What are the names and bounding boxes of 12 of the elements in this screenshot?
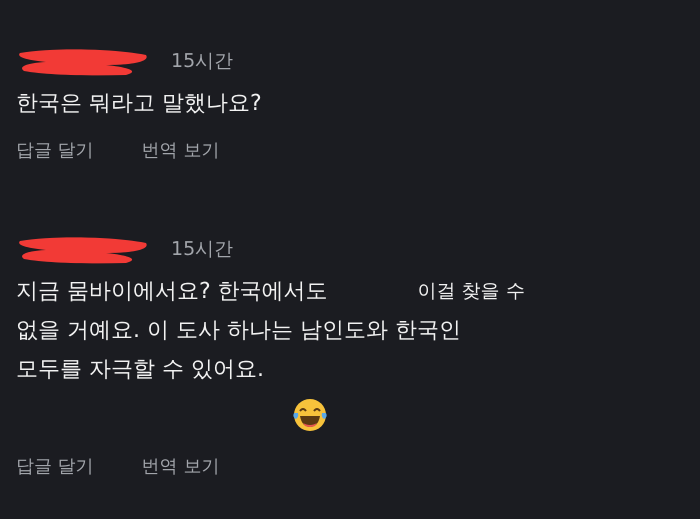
comment-time: 15시간 [171, 236, 234, 262]
comment-text: 지금 뭄바이에서요? 한국에서도 [16, 278, 328, 306]
comment-action-link[interactable]: 답글 달기 [16, 137, 94, 164]
comment-text: 없을 거예요. 이 도사 하나는 남인도와 한국인 [16, 317, 461, 345]
laughing-emoji-icon [292, 397, 328, 433]
comment-action-link[interactable]: 번역 보기 [142, 137, 220, 164]
comment-text: 이걸 찾을 수 [418, 279, 525, 304]
comment-text: 모두를 자극할 수 있어요. [16, 356, 264, 384]
comment-action-link[interactable]: 답글 달기 [16, 453, 94, 480]
comment-time: 15시간 [171, 48, 234, 74]
comment-text: 한국은 뭐라고 말했나요? [16, 90, 262, 118]
comment-action-link[interactable]: 번역 보기 [142, 453, 220, 480]
